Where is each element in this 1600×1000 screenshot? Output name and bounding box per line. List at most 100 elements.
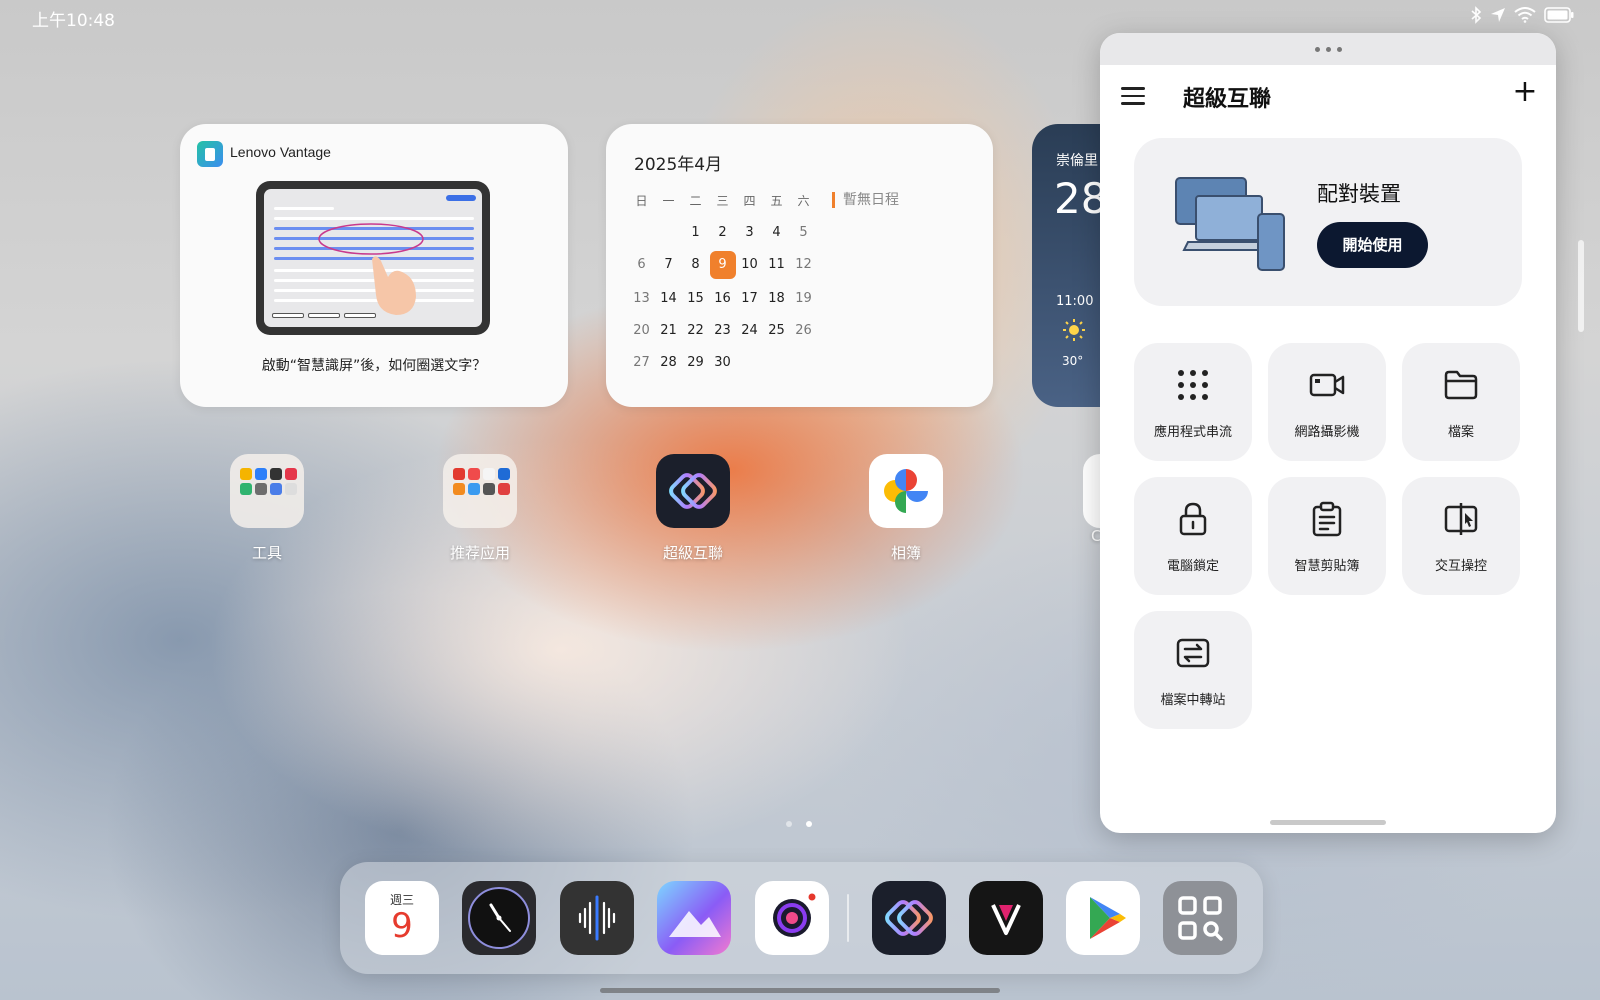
weekday-header: 三: [716, 194, 729, 208]
calendar-day[interactable]: 7: [655, 253, 682, 277]
calendar-day[interactable]: 4: [763, 221, 790, 245]
calendar-day[interactable]: 12: [790, 253, 817, 277]
calendar-day[interactable]: 29: [682, 351, 709, 375]
add-button[interactable]: +: [1508, 75, 1542, 109]
calendar-day[interactable]: 19: [790, 287, 817, 311]
page-indicator-dot-active[interactable]: [806, 821, 812, 827]
home-app-recommended[interactable]: 推荐应用: [420, 454, 540, 563]
vantage-app-name: Lenovo Vantage: [230, 144, 331, 160]
feature-label: 檔案中轉站: [1160, 693, 1226, 708]
calendar-day[interactable]: 18: [763, 287, 790, 311]
calendar-day-today[interactable]: 9: [709, 251, 736, 279]
calendar-day[interactable]: 14: [655, 287, 682, 311]
calendar-day[interactable]: 26: [790, 319, 817, 343]
feature-label: 網路攝影機: [1294, 425, 1360, 440]
home-app-tools[interactable]: 工具: [207, 454, 327, 563]
calendar-day: [763, 351, 790, 375]
calendar-day: [790, 351, 817, 375]
feature-label: 智慧剪貼簿: [1294, 559, 1360, 574]
weekday-header: 一: [662, 194, 675, 208]
home-gesture-bar[interactable]: [600, 988, 1000, 993]
calendar-day[interactable]: 21: [655, 319, 682, 343]
weather-hour: 11:00: [1056, 294, 1094, 309]
calendar-grid: 日 一 二 三 四 五 六 1 2 3 4 5 6 7 8 9 10 11 12…: [628, 189, 817, 375]
home-app-partial-icon[interactable]: [1083, 454, 1100, 528]
weekday-header: 四: [743, 194, 756, 208]
feature-cross-control[interactable]: 交互操控: [1402, 477, 1520, 595]
calendar-widget[interactable]: 2025年4月 日 一 二 三 四 五 六 1 2 3 4 5 6 7 8 9 …: [606, 124, 993, 407]
calendar-day[interactable]: 30: [709, 351, 736, 375]
calendar-day[interactable]: 8: [682, 253, 709, 277]
calendar-day[interactable]: 16: [709, 287, 736, 311]
google-photos-icon: [869, 454, 943, 528]
calendar-day[interactable]: 2: [709, 221, 736, 245]
lock-icon: [1179, 502, 1207, 536]
side-panel-handle[interactable]: [1578, 240, 1584, 332]
window-drag-handle[interactable]: [1100, 33, 1556, 65]
calendar-day[interactable]: 13: [628, 287, 655, 311]
vantage-widget[interactable]: Lenovo Vantage 啟動“智慧識屏”後，如何圈選文字？: [180, 124, 568, 407]
get-started-button[interactable]: 開始使用: [1317, 222, 1428, 268]
calendar-day[interactable]: 28: [655, 351, 682, 375]
home-app-label: 超級互聯: [662, 544, 723, 562]
dock-calendar-day: 9: [391, 906, 413, 946]
calendar-month-title: 2025年4月: [634, 155, 723, 175]
feature-label: 應用程式串流: [1153, 425, 1232, 440]
calendar-day[interactable]: 24: [736, 319, 763, 343]
calendar-day[interactable]: 17: [736, 287, 763, 311]
folder-icon: [1444, 370, 1478, 400]
home-app-label: 工具: [251, 544, 282, 562]
status-time: 上午10:48: [32, 11, 115, 31]
gallery-icon[interactable]: [657, 881, 731, 955]
calendar-icon[interactable]: 週三 9: [365, 881, 439, 955]
home-app-photos[interactable]: 相簿: [846, 454, 966, 563]
feature-label: 檔案: [1447, 425, 1474, 440]
vantage-icon[interactable]: [969, 881, 1043, 955]
camera-icon[interactable]: [755, 881, 829, 955]
window-resize-bar[interactable]: [1270, 820, 1386, 825]
feature-files[interactable]: 檔案: [1402, 343, 1520, 461]
calendar-day: [628, 221, 655, 245]
home-app-label: 相簿: [890, 544, 921, 562]
mirror-cursor-icon: [1444, 503, 1478, 535]
window-header: 超級互聯 +: [1100, 65, 1556, 131]
calendar-day[interactable]: 23: [709, 319, 736, 343]
clock-icon[interactable]: [462, 881, 536, 955]
feature-pc-lock[interactable]: 電腦鎖定: [1134, 477, 1252, 595]
calendar-day[interactable]: 15: [682, 287, 709, 311]
pair-device-card[interactable]: 配對裝置 開始使用: [1134, 138, 1522, 306]
calendar-day[interactable]: 20: [628, 319, 655, 343]
menu-icon[interactable]: [1121, 87, 1145, 107]
transfer-icon: [1176, 638, 1210, 668]
calendar-day[interactable]: 6: [628, 253, 655, 277]
calendar-day[interactable]: 25: [763, 319, 790, 343]
calendar-day[interactable]: 10: [736, 253, 763, 277]
page-indicator-dot[interactable]: [786, 821, 792, 827]
calendar-day: [736, 351, 763, 375]
vantage-logo-icon: [197, 141, 223, 167]
calendar-day[interactable]: 11: [763, 253, 790, 277]
super-connect-icon: [656, 454, 730, 528]
clipboard-icon: [1312, 501, 1342, 537]
voice-recorder-icon[interactable]: [560, 881, 634, 955]
feature-app-streaming[interactable]: 應用程式串流: [1134, 343, 1252, 461]
home-app-label: 推荐应用: [449, 544, 510, 562]
super-connect-window: 超級互聯 + 配對裝置 開始使用 應用程式串流 網路攝影機 檔案 電腦鎖定 智慧…: [1100, 33, 1556, 833]
feature-file-transfer[interactable]: 檔案中轉站: [1134, 611, 1252, 729]
calendar-day[interactable]: 27: [628, 351, 655, 375]
battery-icon: [1544, 7, 1574, 23]
wifi-icon: [1514, 7, 1536, 23]
app-library-icon[interactable]: [1163, 881, 1237, 955]
calendar-day[interactable]: 5: [790, 221, 817, 245]
calendar-day[interactable]: 1: [682, 221, 709, 245]
feature-webcam[interactable]: 網路攝影機: [1268, 343, 1386, 461]
home-app-super-connect[interactable]: 超級互聯: [633, 454, 753, 563]
play-store-icon[interactable]: [1066, 881, 1140, 955]
weekday-header: 六: [797, 194, 810, 208]
window-options-icon[interactable]: [1314, 46, 1342, 52]
feature-smart-clipboard[interactable]: 智慧剪貼簿: [1268, 477, 1386, 595]
calendar-day[interactable]: 22: [682, 319, 709, 343]
calendar-day[interactable]: 3: [736, 221, 763, 245]
recommended-folder-icon: [443, 454, 517, 528]
super-connect-icon[interactable]: [872, 881, 946, 955]
